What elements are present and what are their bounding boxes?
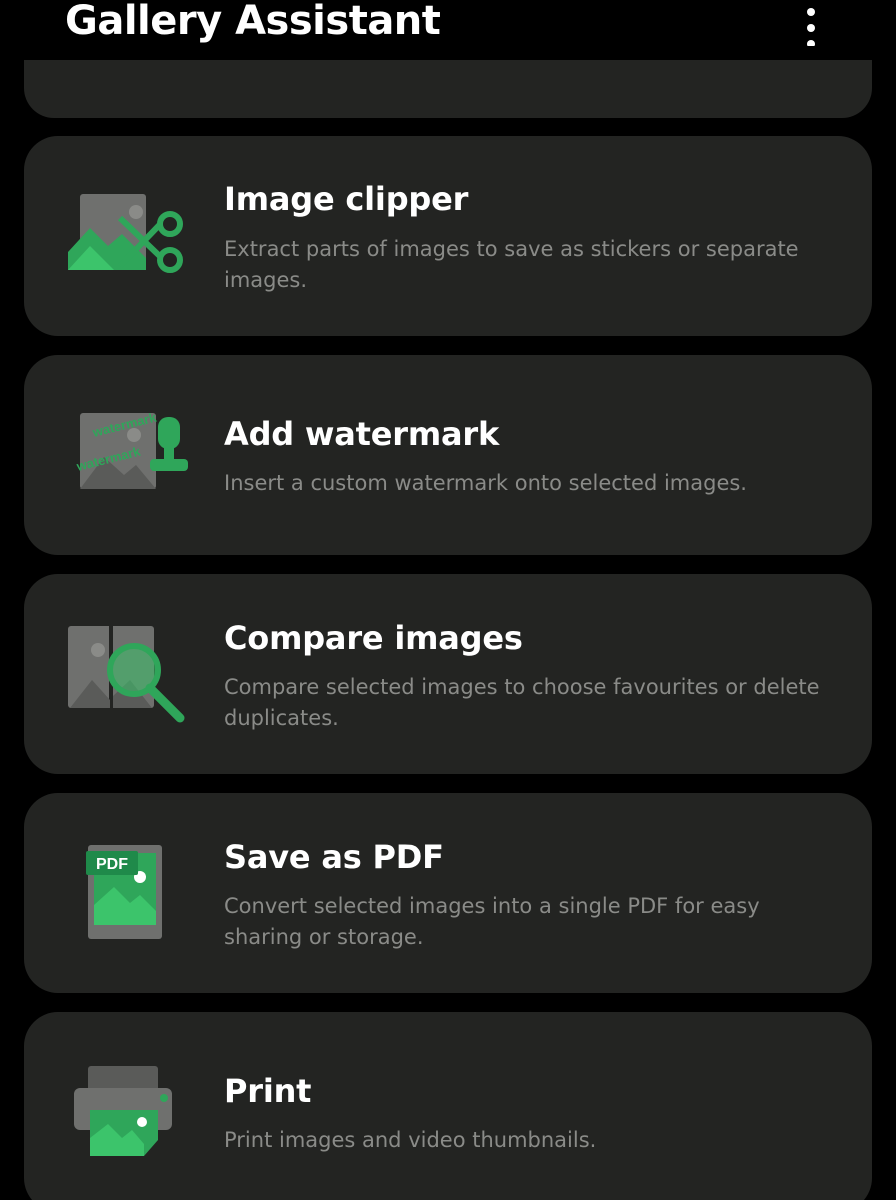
card-title: Image clipper	[224, 180, 469, 218]
card-save-as-pdf[interactable]: PDF Save as PDF Convert selected images …	[24, 793, 872, 993]
card-description: Compare selected images to choose favour…	[224, 675, 820, 730]
card-image-clipper[interactable]: Image clipper Extract parts of images to…	[24, 136, 872, 336]
card-title: Print	[224, 1072, 312, 1110]
image-clipper-icon	[64, 176, 194, 296]
printer-icon	[64, 1052, 194, 1172]
compare-images-icon	[64, 614, 194, 734]
card-compare-images[interactable]: Compare images Compare selected images t…	[24, 574, 872, 774]
card-title: Add watermark	[224, 415, 500, 453]
card-title: Compare images	[224, 619, 523, 657]
svg-text:PDF: PDF	[96, 856, 128, 873]
card-print[interactable]: Print Print images and video thumbnails.	[24, 1012, 872, 1200]
card-description: Convert selected images into a single PD…	[224, 894, 760, 949]
gallery-assistant-screen: Gallery Assistant Image clipper Extract …	[0, 0, 896, 1200]
card-description: Print images and video thumbnails.	[224, 1128, 597, 1152]
pdf-document-icon: PDF	[64, 833, 194, 953]
more-vertical-icon	[807, 8, 815, 46]
watermark-stamp-icon: watermark watermark	[64, 395, 194, 515]
card-title: Save as PDF	[224, 838, 444, 876]
more-options-button[interactable]	[790, 4, 832, 46]
card-description: Insert a custom watermark onto selected …	[224, 471, 747, 495]
card-add-watermark[interactable]: watermark watermark Add watermark Insert…	[24, 355, 872, 555]
card-description: Extract parts of images to save as stick…	[224, 237, 799, 292]
previous-card-partial[interactable]	[24, 60, 872, 118]
page-title: Gallery Assistant	[65, 0, 441, 44]
